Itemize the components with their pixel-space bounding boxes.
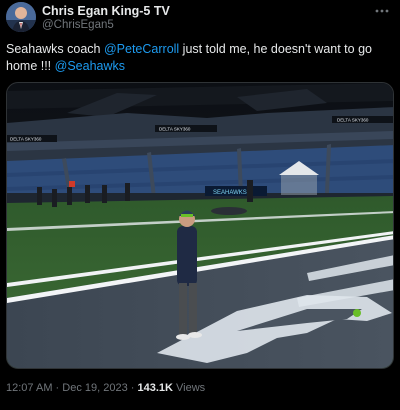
tweet-card: Chris Egan King-5 TV @ChrisEgan5 Seahawk… [0, 0, 400, 410]
views-label: Views [172, 382, 206, 394]
banner-delta-2: DELTA SKY360 [159, 127, 191, 132]
sideline-sign: SEAHAWKS [213, 190, 247, 196]
mention-link[interactable]: @PeteCarroll [104, 42, 179, 56]
tweet-text-start: Seahawks coach [6, 42, 104, 56]
tweet-photo[interactable]: DELTA SKY360 DELTA SKY360 DELTA SKY360 S… [6, 82, 394, 369]
tweet-metadata: 12:07 AM · Dec 19, 2023 · 143.1K Views [6, 382, 394, 394]
tweet-date[interactable]: Dec 19, 2023 [62, 382, 127, 394]
banner-delta-3: DELTA SKY360 [337, 118, 369, 123]
ellipsis-icon[interactable] [372, 4, 392, 18]
tweet-text: Seahawks coach @PeteCarroll just told me… [6, 41, 394, 75]
hashtag-link[interactable]: @Seahawks [55, 59, 125, 73]
avatar[interactable] [6, 2, 36, 32]
banner-delta-1: DELTA SKY360 [10, 137, 42, 142]
tweet-header: Chris Egan King-5 TV @ChrisEgan5 [6, 2, 394, 34]
tweet-time[interactable]: 12:07 AM [6, 382, 52, 394]
stadium-scene: DELTA SKY360 DELTA SKY360 DELTA SKY360 S… [7, 83, 393, 368]
views-count: 143.1K [137, 382, 173, 394]
profile-photo [6, 2, 36, 32]
display-name[interactable]: Chris Egan King-5 TV [42, 4, 170, 18]
meta-separator-1: · [52, 382, 63, 394]
user-handle[interactable]: @ChrisEgan5 [42, 19, 114, 31]
